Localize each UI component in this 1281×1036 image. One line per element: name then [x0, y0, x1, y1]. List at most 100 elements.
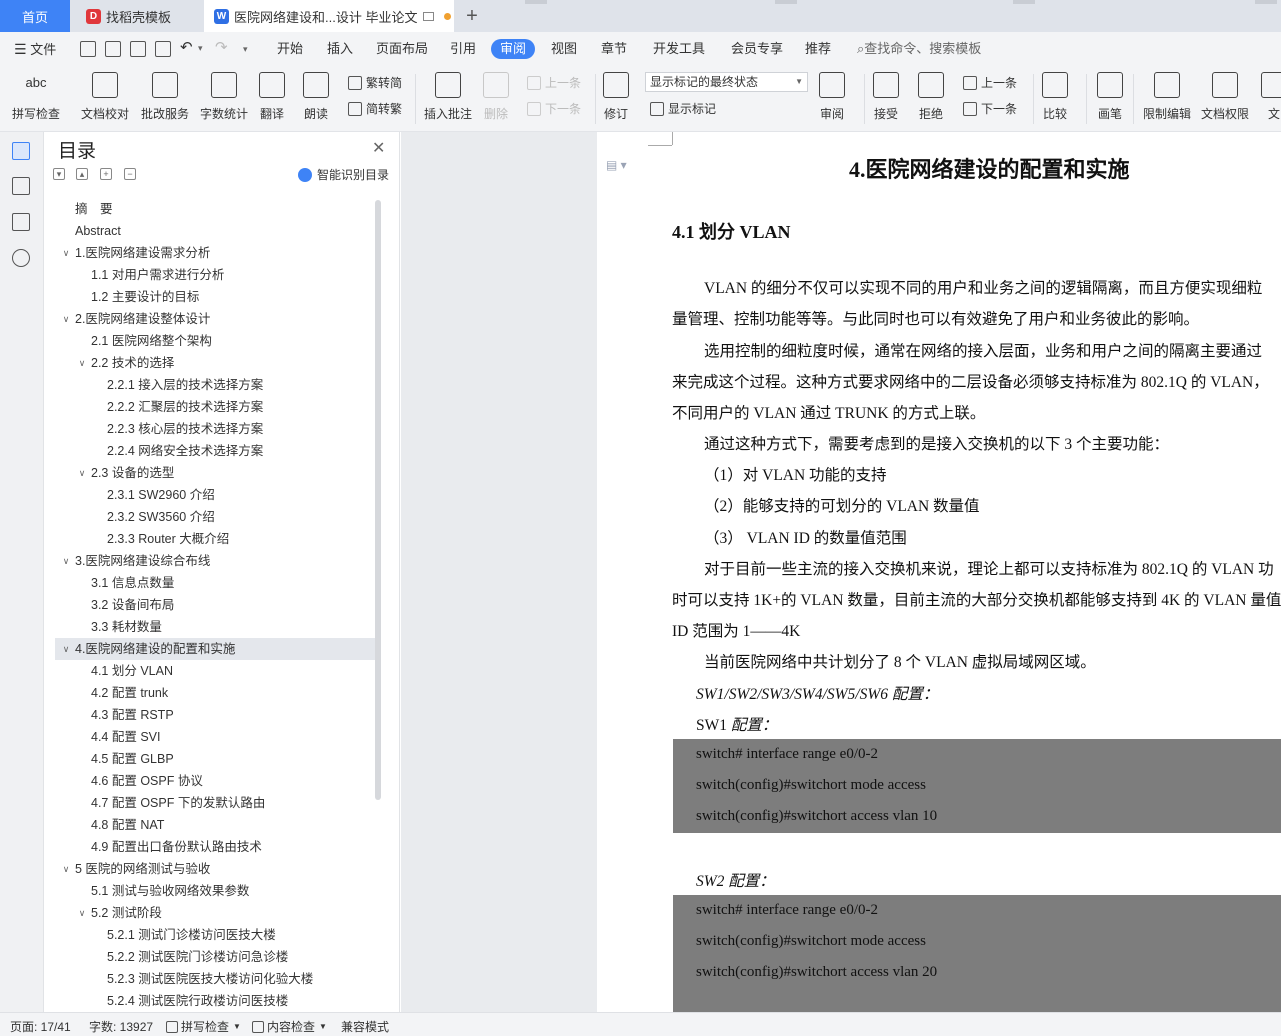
menu-item-chapter[interactable]: 章节 [601, 39, 627, 59]
toc-item[interactable]: 5.2.1 测试门诊楼访问医技大楼 [55, 924, 375, 946]
chevron-down-icon[interactable]: ∨ [77, 352, 87, 374]
review-pane-button[interactable]: 审阅 [819, 72, 845, 122]
close-icon[interactable]: ✕ [372, 138, 385, 158]
content-check-status[interactable]: 内容检查 ▼ [252, 1018, 327, 1035]
doc-check-button[interactable]: 文档校对 [81, 72, 129, 122]
toc-item[interactable]: 4.1 划分 VLAN [55, 660, 375, 682]
track-changes-button[interactable]: 修订 [603, 72, 629, 122]
toc-item[interactable]: 2.2.1 接入层的技术选择方案 [55, 374, 375, 396]
toc-item[interactable]: 4.6 配置 OSPF 协议 [55, 770, 375, 792]
search-icon[interactable] [12, 249, 30, 267]
menu-item-member[interactable]: 会员专享 [731, 39, 783, 59]
restrict-edit-button[interactable]: 限制编辑 [1143, 72, 1191, 122]
window-icon[interactable] [423, 11, 435, 21]
unsaved-dot-icon[interactable] [444, 12, 452, 20]
toc-nav-icon[interactable] [12, 142, 30, 160]
reject-button[interactable]: 拒绝 [918, 72, 944, 122]
chevron-down-icon[interactable]: ∨ [77, 462, 87, 484]
menu-item-review[interactable]: 审阅 [491, 39, 536, 59]
toc-item[interactable]: ∨ 5 医院的网络测试与验收 [55, 858, 375, 880]
export-pdf-icon[interactable] [105, 41, 121, 57]
word-count-button[interactable]: 字数统计 [200, 72, 248, 122]
toc-item[interactable]: 2.3.1 SW2960 介绍 [55, 484, 375, 506]
toc-item[interactable]: 2.1 医院网络整个架构 [55, 330, 375, 352]
save-icon[interactable] [80, 41, 96, 57]
tab-templates[interactable]: D 找稻壳模板 [74, 0, 200, 32]
file-menu[interactable]: ☰ 文件 [14, 39, 56, 59]
to-simplified-button[interactable]: 简转繁 [348, 100, 402, 117]
toc-item[interactable]: ∨ 3.医院网络建设综合布线 [55, 550, 375, 572]
toc-item[interactable]: ∨ 4.医院网络建设的配置和实施 [55, 638, 375, 660]
toc-item[interactable]: 4.9 配置出口备份默认路由技术 [55, 836, 375, 858]
accept-button[interactable]: 接受 [873, 72, 899, 122]
toc-item[interactable]: 4.2 配置 trunk [55, 682, 375, 704]
toc-item[interactable]: 3.2 设备间布局 [55, 594, 375, 616]
markup-mode-select[interactable]: 显示标记的最终状态 ▼ [645, 72, 808, 92]
toc-item[interactable]: 4.4 配置 SVI [55, 726, 375, 748]
read-aloud-button[interactable]: 朗读 [303, 72, 329, 122]
chevron-down-icon[interactable]: ∨ [61, 242, 71, 264]
chevron-down-icon[interactable]: ∨ [61, 308, 71, 330]
toc-item[interactable]: ∨ 5.2 测试阶段 [55, 902, 375, 924]
chevron-down-icon[interactable]: ∨ [77, 902, 87, 924]
translate-button[interactable]: 翻译 [259, 72, 285, 122]
toc-item[interactable]: 2.2.3 核心层的技术选择方案 [55, 418, 375, 440]
show-markup-button[interactable]: 显示标记 [650, 100, 716, 117]
toc-item[interactable]: 5.2.2 测试医院门诊楼访问急诊楼 [55, 946, 375, 968]
prev-change-button[interactable]: 上一条 [963, 74, 1017, 91]
print-preview-icon[interactable] [155, 41, 171, 57]
toc-item[interactable]: 5.2.3 测试医院医技大楼访问化验大楼 [55, 968, 375, 990]
insert-comment-button[interactable]: 插入批注 [424, 72, 472, 122]
toc-item[interactable]: ∨ 2.3 设备的选型 [55, 462, 375, 484]
add-heading-icon[interactable]: + [100, 168, 112, 180]
word-count-status[interactable]: 字数: 13927 [89, 1018, 153, 1035]
bookmark-icon[interactable] [12, 213, 30, 231]
command-search[interactable]: ⌕查找命令、搜索模板 [857, 39, 981, 59]
toc-item[interactable]: 5.2.4 测试医院行政楼访问医技楼 [55, 990, 375, 1012]
toc-item[interactable]: 1.2 主要设计的目标 [55, 286, 375, 308]
toc-scrollbar[interactable] [375, 200, 381, 800]
quick-access-more-icon[interactable]: ▾ [243, 39, 248, 59]
menu-item-start[interactable]: 开始 [277, 39, 303, 59]
menu-item-references[interactable]: 引用 [450, 39, 476, 59]
toc-item[interactable]: 2.2.4 网络安全技术选择方案 [55, 440, 375, 462]
toc-item[interactable]: ∨ 2.2 技术的选择 [55, 352, 375, 374]
tab-document[interactable]: W 医院网络建设和...设计 毕业论文 [204, 0, 454, 32]
toc-item[interactable]: 1.1 对用户需求进行分析 [55, 264, 375, 286]
next-change-button[interactable]: 下一条 [963, 100, 1017, 117]
menu-item-layout[interactable]: 页面布局 [376, 39, 428, 59]
menu-item-recommend[interactable]: 推荐 [805, 39, 831, 59]
page-marker-icon[interactable]: ▤ ▾ [606, 158, 627, 172]
menu-item-view[interactable]: 视图 [551, 39, 577, 59]
chevron-down-icon[interactable]: ∨ [61, 638, 71, 660]
doc-more-button[interactable]: 文 [1261, 72, 1281, 122]
toc-item[interactable]: Abstract [55, 220, 375, 242]
toc-item[interactable]: 4.5 配置 GLBP [55, 748, 375, 770]
toc-item[interactable]: 5.1 测试与验收网络效果参数 [55, 880, 375, 902]
batch-service-button[interactable]: 批改服务 [141, 72, 189, 122]
redo-icon[interactable]: ↷ [215, 38, 228, 58]
toc-item[interactable]: 4.7 配置 OSPF 下的发默认路由 [55, 792, 375, 814]
toc-item[interactable]: 2.3.3 Router 大概介绍 [55, 528, 375, 550]
compare-button[interactable]: 比较 [1042, 72, 1068, 122]
expand-all-icon[interactable]: ▾ [53, 168, 65, 180]
section-nav-icon[interactable] [12, 177, 30, 195]
toc-item[interactable]: ∨ 2.医院网络建设整体设计 [55, 308, 375, 330]
new-tab-button[interactable]: + [460, 0, 484, 32]
toc-item[interactable]: 4.3 配置 RSTP [55, 704, 375, 726]
toc-item[interactable]: 摘 要 [55, 198, 375, 220]
chevron-down-icon[interactable]: ∨ [61, 550, 71, 572]
doc-permission-button[interactable]: 文档权限 [1201, 72, 1249, 122]
tab-home[interactable]: 首页 [0, 0, 70, 32]
undo-dropdown-icon[interactable]: ▾ [198, 38, 203, 58]
menu-item-insert[interactable]: 插入 [327, 39, 353, 59]
collapse-all-icon[interactable]: ▴ [76, 168, 88, 180]
page-indicator[interactable]: 页面: 17/41 [10, 1018, 71, 1035]
print-icon[interactable] [130, 41, 146, 57]
toc-item[interactable]: 3.3 耗材数量 [55, 616, 375, 638]
pen-button[interactable]: 画笔 [1097, 72, 1123, 122]
toc-item[interactable]: 2.2.2 汇聚层的技术选择方案 [55, 396, 375, 418]
chevron-down-icon[interactable]: ∨ [61, 858, 71, 880]
spell-check-button[interactable]: abc 拼写检查 [12, 72, 60, 122]
remove-heading-icon[interactable]: − [124, 168, 136, 180]
